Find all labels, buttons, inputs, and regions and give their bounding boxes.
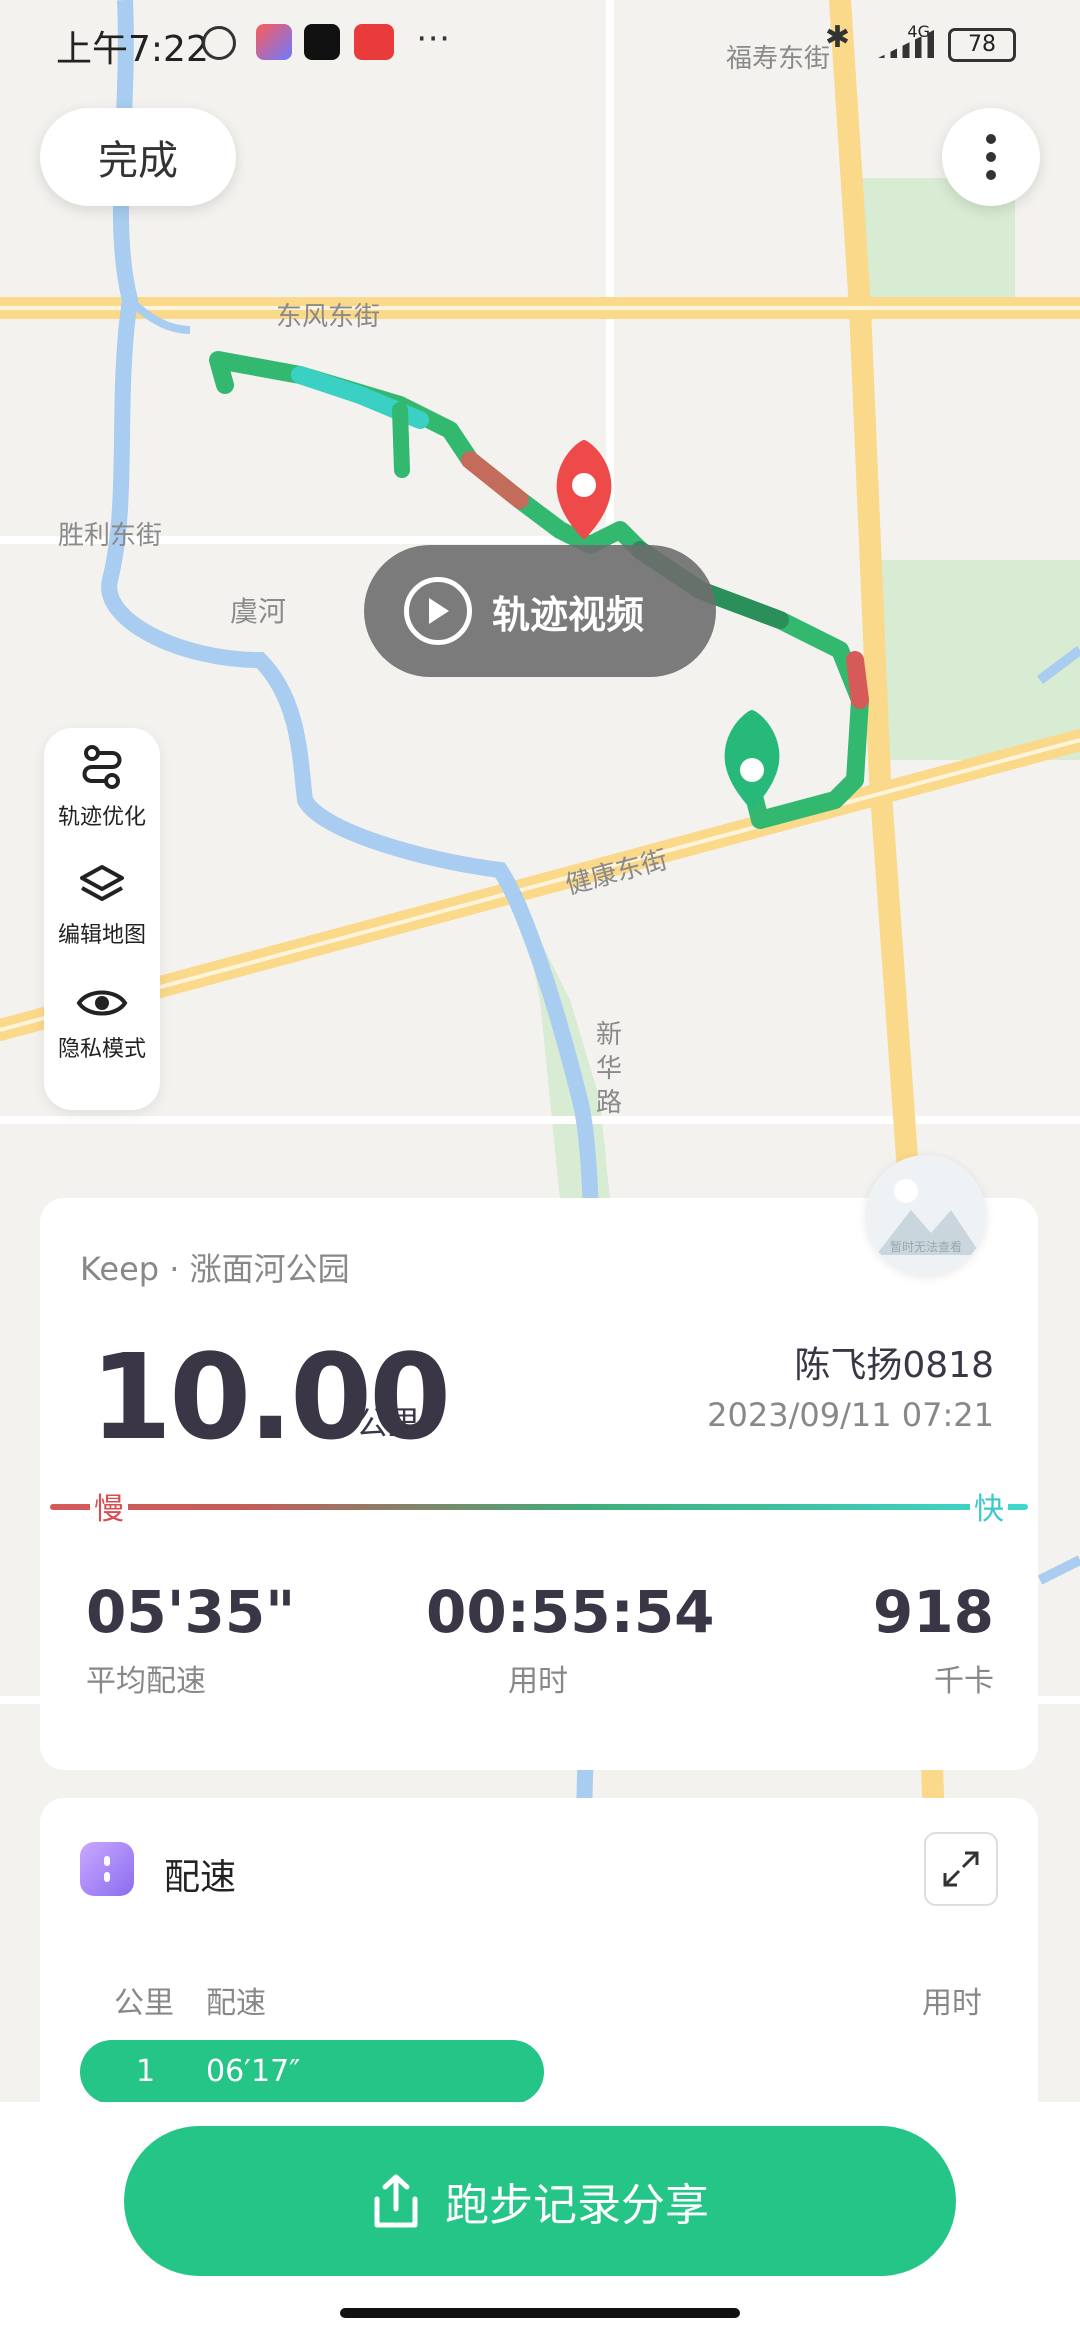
map-label-shengli: 胜利东街 (58, 521, 163, 551)
pace-title: 配速 (164, 1857, 237, 1898)
pace-gradient-bar (50, 1504, 1028, 1510)
play-icon (404, 577, 472, 645)
more-dot-icon (986, 134, 996, 144)
tool-privacy-mode[interactable]: 隐私模式 (44, 964, 160, 1082)
expand-button[interactable] (924, 1832, 998, 1906)
tool-edit-map[interactable]: 编辑地图 (44, 846, 160, 964)
battery-indicator: 78 (948, 28, 1016, 62)
more-dot-icon (986, 170, 996, 180)
distance-value: 10.00 (90, 1328, 451, 1466)
run-datetime: 2023/09/11 07:21 (707, 1396, 994, 1434)
pace-row: 1 06′17″ (80, 2040, 544, 2104)
tool-label: 隐私模式 (57, 1037, 146, 1062)
status-bar: 上午7:22 ⋯ ✱ 4G 78 (0, 0, 1080, 90)
map-label-xinhua: 新华路 (596, 1020, 623, 1118)
track-optimize-icon (82, 745, 122, 789)
expand-icon (943, 1851, 979, 1887)
share-label: 跑步记录分享 (445, 2180, 709, 2231)
toutiao-icon (354, 24, 394, 60)
stat-value: 918 (872, 1578, 994, 1646)
eye-icon (76, 990, 128, 1016)
stat-value: 05'35" (86, 1578, 296, 1646)
user-name: 陈飞扬0818 (794, 1345, 994, 1386)
stat-value: 00:55:54 (426, 1578, 715, 1646)
tool-label: 轨迹优化 (57, 805, 146, 830)
thumbnail-text: 暂时无法查看 (889, 1240, 962, 1254)
stat-label: 千卡 (934, 1664, 994, 1699)
column-pace: 配速 (206, 1986, 266, 2021)
map-tools-panel: 轨迹优化 编辑地图 隐私模式 (44, 728, 160, 1110)
more-dot-icon (986, 152, 996, 162)
column-time: 用时 (922, 1986, 982, 2021)
layers-icon (80, 865, 124, 901)
more-options-button[interactable] (942, 108, 1040, 206)
stat-label: 平均配速 (86, 1664, 206, 1699)
mountain-icon (876, 1179, 981, 1255)
done-button[interactable]: 完成 (40, 108, 236, 206)
tool-track-optimize[interactable]: 轨迹优化 (44, 728, 160, 846)
share-icon (374, 2174, 418, 2228)
pace-row-pace: 06′17″ (206, 2054, 301, 2089)
pace-icon (80, 1842, 134, 1896)
track-video-button[interactable]: 轨迹视频 (364, 545, 716, 677)
distance-unit: 公里 (356, 1404, 421, 1442)
map-label-dongfeng: 东风东街 (276, 302, 381, 332)
column-km: 公里 (114, 1986, 174, 2021)
track-video-label: 轨迹视频 (492, 592, 645, 637)
status-time: 上午7:22 (56, 29, 209, 70)
alarm-icon (202, 26, 236, 60)
more-notifications-icon: ⋯ (416, 18, 450, 58)
home-indicator[interactable] (340, 2308, 740, 2318)
map-label-yuhe: 虞河 (230, 595, 287, 628)
run-summary-card: Keep · 涨面河公园 10.00 公里 陈飞扬0818 2023/09/11… (40, 1198, 1038, 1770)
app-icon (256, 24, 292, 60)
stat-label: 用时 (508, 1664, 568, 1699)
source-label: Keep · 涨面河公园 (80, 1250, 350, 1288)
fast-label: 快 (970, 1484, 1008, 1528)
tool-label: 编辑地图 (57, 923, 146, 948)
bluetooth-icon: ✱ (824, 20, 850, 55)
tiktok-icon (304, 24, 340, 60)
share-button[interactable]: 跑步记录分享 (124, 2126, 956, 2276)
pace-row-km: 1 (136, 2054, 156, 2089)
map-thumbnail[interactable]: 暂时无法查看 (866, 1155, 986, 1275)
slow-label: 慢 (90, 1484, 128, 1528)
